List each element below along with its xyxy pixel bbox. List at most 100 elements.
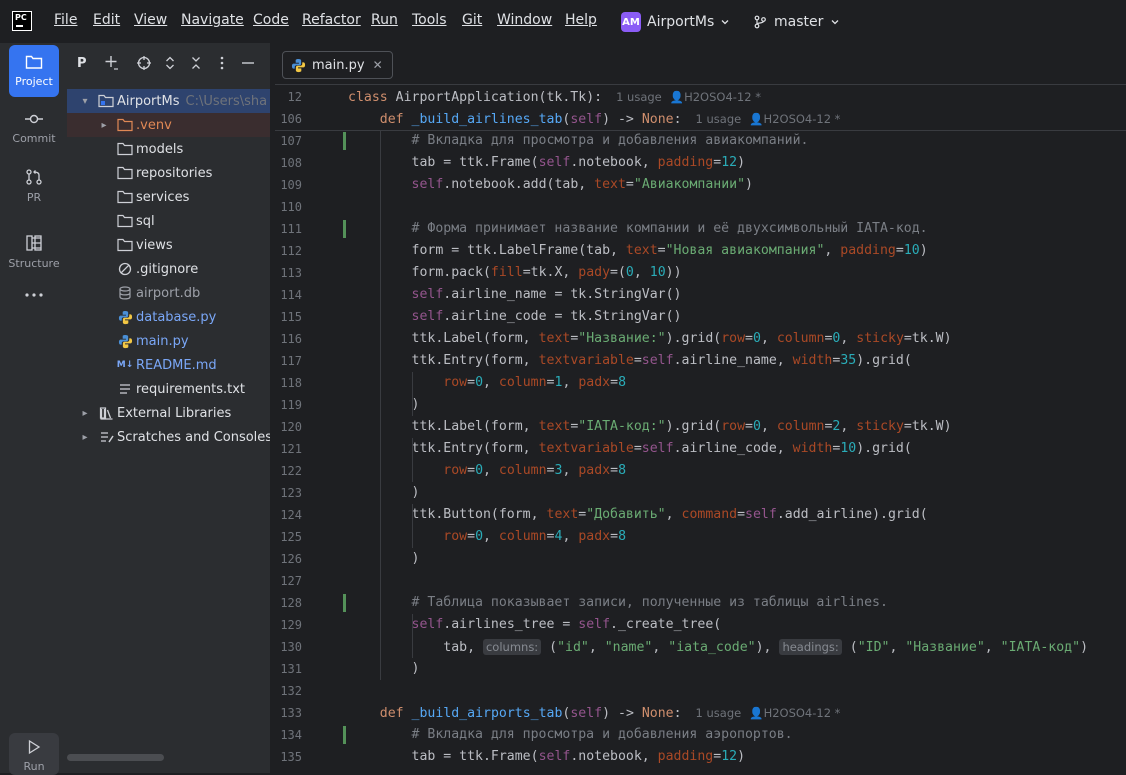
code-text: form = ttk.LabelFrame(tab, text="Новая а…	[348, 243, 928, 258]
code-text: self.notebook.add(tab, text="Авиакомпани…	[411, 177, 753, 192]
expand-all-icon[interactable]	[162, 55, 178, 71]
tree-item-readme[interactable]: M↓ README.md	[67, 353, 270, 377]
line-number: 135	[280, 750, 302, 764]
close-icon[interactable]: ✕	[373, 58, 383, 72]
hide-panel-icon[interactable]	[240, 55, 256, 71]
code-line-row[interactable]: 112 form = ttk.LabelFrame(tab, text="Нов…	[275, 240, 1126, 262]
vcs-change-marker[interactable]	[343, 132, 346, 150]
code-editor[interactable]: 12 class AirportApplication(tk.Tk): 1 usa…	[275, 84, 1126, 773]
tree-item-gitignore[interactable]: .gitignore	[67, 257, 270, 281]
menu-edit[interactable]: Edit	[93, 12, 120, 28]
code-line-row[interactable]: 108 tab = ttk.Frame(self.notebook, paddi…	[275, 152, 1126, 174]
tree-item-root[interactable]: ▾ AirportMs C:\Users\sha	[67, 89, 270, 113]
vcs-change-marker[interactable]	[343, 726, 346, 744]
sticky-line[interactable]: 12 class AirportApplication(tk.Tk): 1 usa…	[275, 86, 1126, 108]
code-line-row[interactable]: 128 # Таблица показывает записи, получен…	[275, 592, 1126, 614]
code-line-row[interactable]: 120 ttk.Label(form, text="IATA-код:").gr…	[275, 416, 1126, 438]
code-line-row[interactable]: 134 # Вкладка для просмотра и добавления…	[275, 724, 1126, 746]
tab-main-py[interactable]: main.py ✕	[282, 51, 393, 79]
menu-git[interactable]: Git	[462, 12, 482, 28]
panel-title[interactable]: P	[77, 56, 87, 71]
toolwindow-run-button[interactable]: Run	[9, 733, 59, 775]
code-line-row[interactable]: 129 self.airlines_tree = self._create_tr…	[275, 614, 1126, 636]
menu-tools[interactable]: Tools	[412, 12, 447, 28]
code-line-row[interactable]: 127	[275, 570, 1126, 592]
locate-file-icon[interactable]	[136, 55, 152, 71]
code-line-row[interactable]: 109 self.notebook.add(tab, text="Авиаком…	[275, 174, 1126, 196]
tree-item-external-libraries[interactable]: ▸ External Libraries	[67, 401, 270, 425]
code-line-row[interactable]: 126 )	[275, 548, 1126, 570]
code-line-row[interactable]: 118 row=0, column=1, padx=8	[275, 372, 1126, 394]
project-switcher[interactable]: AM AirportMs	[621, 11, 730, 33]
code-line-row[interactable]: 113 form.pack(fill=tk.X, pady=(0, 10))	[275, 262, 1126, 284]
code-line-row[interactable]: 116 ttk.Label(form, text="Название:").gr…	[275, 328, 1126, 350]
tree-item-sql[interactable]: sql	[67, 209, 270, 233]
menu-window[interactable]: Window	[497, 12, 552, 28]
toolwindow-project-button[interactable]: Project	[9, 45, 59, 97]
code-line-row[interactable]: 125 row=0, column=4, padx=8	[275, 526, 1126, 548]
code-line-row[interactable]: 131 )	[275, 658, 1126, 680]
code-text: )	[348, 661, 420, 676]
sticky-line[interactable]: 106 def _build_airlines_tab(self) -> Non…	[275, 108, 1126, 131]
code-line-row[interactable]: 111 # Форма принимает название компании …	[275, 218, 1126, 240]
code-line-row[interactable]: 121 ttk.Entry(form, textvariable=self.ai…	[275, 438, 1126, 460]
author-hint[interactable]: 👤H2OSO4-12 *	[749, 706, 840, 720]
code-line-row[interactable]: 133 def _build_airports_tab(self) -> Non…	[275, 702, 1126, 724]
options-icon[interactable]	[214, 55, 230, 71]
git-branch-icon	[754, 15, 766, 29]
tree-item-airport-db[interactable]: airport.db	[67, 281, 270, 305]
code-line-row[interactable]: 110	[275, 196, 1126, 218]
toolwindow-pr-button[interactable]: PR	[9, 159, 59, 211]
author-hint[interactable]: 👤H2OSO4-12 *	[749, 112, 840, 126]
usage-hint[interactable]: 1 usage	[696, 112, 742, 126]
code-line-row[interactable]: 122 row=0, column=3, padx=8	[275, 460, 1126, 482]
markdown-icon: M↓	[116, 360, 134, 370]
line-number: 132	[280, 684, 302, 698]
menu-help[interactable]: Help	[565, 12, 597, 28]
code-line-row[interactable]: 115 self.airline_code = tk.StringVar()	[275, 306, 1126, 328]
tree-item-scratches[interactable]: ▸ Scratches and Consoles	[67, 425, 270, 449]
usage-hint[interactable]: 1 usage	[616, 90, 662, 104]
tree-item-database-py[interactable]: database.py	[67, 305, 270, 329]
menu-code[interactable]: Code	[253, 12, 289, 28]
code-line-row[interactable]: 117 ttk.Entry(form, textvariable=self.ai…	[275, 350, 1126, 372]
new-file-icon[interactable]	[103, 55, 119, 71]
code-line-row[interactable]: 107 # Вкладка для просмотра и добавления…	[275, 130, 1126, 152]
usage-hint[interactable]: 1 usage	[696, 706, 742, 720]
tree-item-venv[interactable]: ▸ .venv	[67, 113, 270, 137]
menu-navigate[interactable]: Navigate	[181, 12, 244, 28]
pycharm-logo-icon[interactable]: PC	[12, 11, 32, 31]
toolwindow-more-button[interactable]	[9, 283, 59, 317]
tree-item-services[interactable]: services	[67, 185, 270, 209]
vcs-change-marker[interactable]	[343, 594, 346, 612]
author-hint[interactable]: 👤H2OSO4-12 *	[670, 90, 761, 104]
vcs-branch-widget[interactable]: master	[753, 11, 840, 33]
menu-run[interactable]: Run	[371, 12, 398, 28]
chevron-down-icon[interactable]: ▾	[79, 95, 91, 107]
tree-item-main-py[interactable]: main.py	[67, 329, 270, 353]
code-line-row[interactable]: 135 tab = ttk.Frame(self.notebook, paddi…	[275, 746, 1126, 768]
chevron-right-icon[interactable]: ▸	[79, 431, 91, 443]
tree-item-views[interactable]: views	[67, 233, 270, 257]
code-line-row[interactable]: 130 tab, columns: ("id", "name", "iata_c…	[275, 636, 1126, 658]
collapse-all-icon[interactable]	[188, 55, 204, 71]
code-line-row[interactable]: 114 self.airline_name = tk.StringVar()	[275, 284, 1126, 306]
tree-item-repositories[interactable]: repositories	[67, 161, 270, 185]
code-line-row[interactable]: 123 )	[275, 482, 1126, 504]
chevron-right-icon[interactable]: ▸	[79, 407, 91, 419]
toolwindow-commit-button[interactable]: Commit	[9, 102, 59, 154]
vcs-change-marker[interactable]	[343, 220, 346, 238]
horizontal-scrollbar[interactable]	[67, 754, 164, 761]
toolwindow-label: Project	[15, 75, 53, 88]
code-line-row[interactable]: 132	[275, 680, 1126, 702]
menu-refactor[interactable]: Refactor	[302, 12, 361, 28]
tree-item-requirements[interactable]: requirements.txt	[67, 377, 270, 401]
tree-item-models[interactable]: models	[67, 137, 270, 161]
code-line-row[interactable]: 124 ttk.Button(form, text="Добавить", co…	[275, 504, 1126, 526]
line-number: 125	[280, 530, 302, 544]
code-line-row[interactable]: 119 )	[275, 394, 1126, 416]
chevron-right-icon[interactable]: ▸	[98, 119, 110, 131]
toolwindow-structure-button[interactable]: Structure	[8, 225, 60, 277]
menu-view[interactable]: View	[134, 12, 167, 28]
menu-file[interactable]: File	[54, 12, 77, 28]
